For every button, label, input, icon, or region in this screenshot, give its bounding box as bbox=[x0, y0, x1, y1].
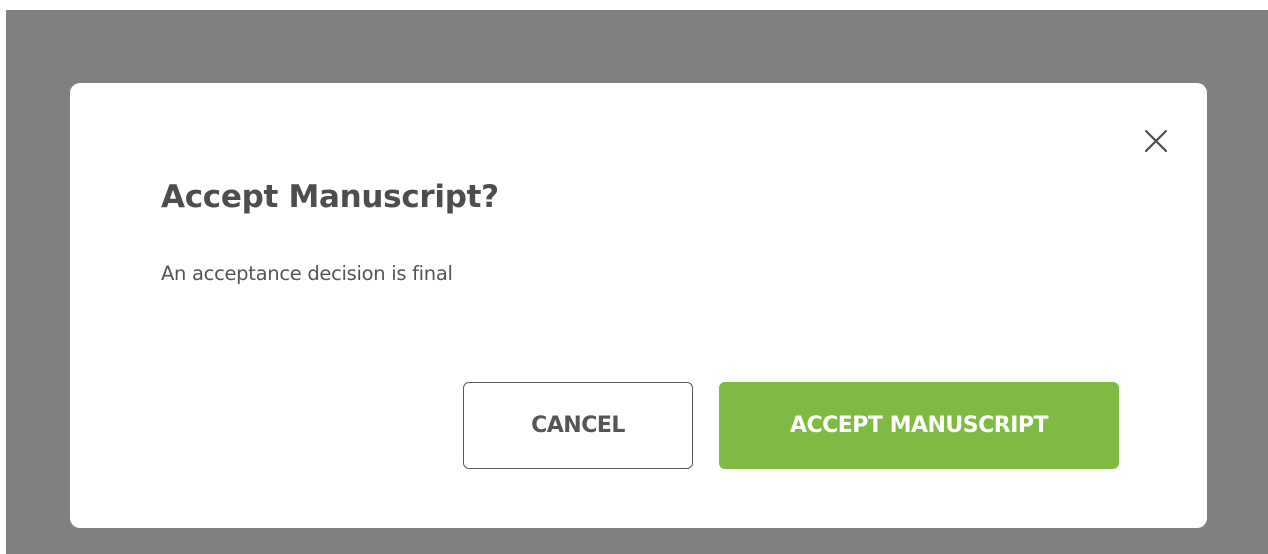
accept-manuscript-dialog: Accept Manuscript? An acceptance decisio… bbox=[70, 83, 1207, 528]
dialog-message: An acceptance decision is final bbox=[161, 262, 453, 285]
cancel-button[interactable]: CANCEL bbox=[463, 382, 693, 469]
accept-manuscript-button[interactable]: ACCEPT MANUSCRIPT bbox=[719, 382, 1119, 469]
close-icon bbox=[1143, 128, 1169, 154]
close-button[interactable] bbox=[1136, 121, 1176, 161]
dialog-title: Accept Manuscript? bbox=[161, 179, 499, 215]
modal-overlay[interactable]: Accept Manuscript? An acceptance decisio… bbox=[6, 10, 1268, 554]
